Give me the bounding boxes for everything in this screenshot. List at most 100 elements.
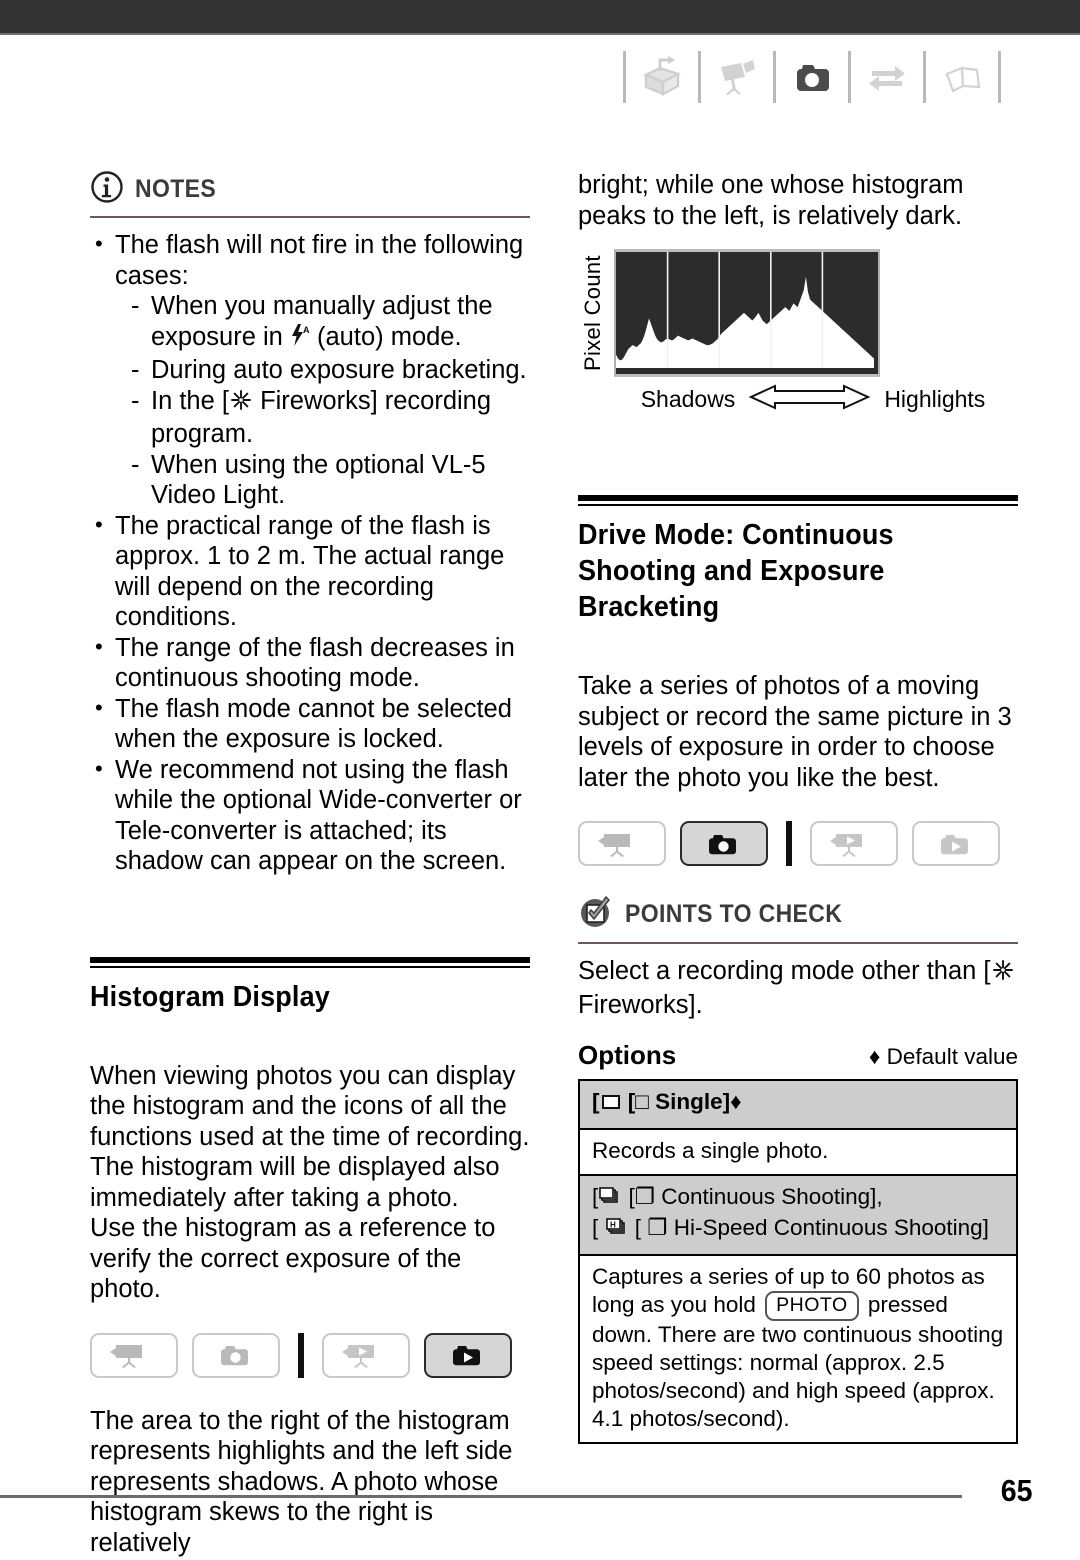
points-text-post: Fireworks]. — [578, 990, 703, 1019]
badge-group-separator — [786, 821, 792, 866]
points-to-check-label: POINTS TO CHECK — [625, 900, 843, 928]
hi-speed-continuous-shooting-icon: H — [605, 1217, 629, 1245]
badge-camera-play[interactable] — [424, 1332, 512, 1378]
notes-rule — [90, 216, 530, 218]
list-item: In the [ Fireworks] recording program. — [129, 386, 530, 450]
histogram-paragraph-3: The area to the right of the histogram r… — [90, 1406, 513, 1557]
histogram-shadows-label: Shadows — [640, 386, 736, 412]
unpack-box-icon — [633, 49, 691, 105]
header-divider — [623, 51, 626, 103]
default-value-note: ♦ Default value — [869, 1044, 1018, 1070]
histogram-y-axis-label: Pixel Count — [580, 255, 605, 371]
notes-heading-label: NOTES — [135, 175, 217, 203]
badge-camcorder-record[interactable] — [90, 1332, 178, 1378]
badge-camcorder-play[interactable] — [810, 821, 898, 866]
options-line: Options ♦ Default value — [578, 1040, 1018, 1071]
options-table: [ [□ Single]♦ Records a single photo. [ … — [578, 1079, 1018, 1444]
info-circle-icon — [90, 170, 124, 209]
histogram-paragraph-2: Use the histogram as a reference to veri… — [90, 1214, 496, 1303]
footer-rule — [0, 1495, 962, 1498]
badge-group-separator — [298, 1332, 304, 1378]
description-single-text: Records a single photo. — [592, 1138, 829, 1163]
right-column: bright; while one whose histogram peaks … — [578, 170, 1018, 1444]
badge-camcorder-play[interactable] — [322, 1332, 410, 1378]
fireworks-icon — [229, 388, 253, 420]
page-title-histogram: Histogram Display — [90, 980, 330, 1013]
photo-button-key[interactable]: PHOTO — [765, 1291, 859, 1321]
camcorder-icon — [708, 49, 766, 105]
option-hispeed-text: [ ❐ Hi-Speed Continuous Shooting] — [634, 1215, 989, 1240]
list-item: During auto exposure bracketing. — [129, 355, 530, 386]
header-divider — [998, 51, 1001, 103]
header-divider — [698, 51, 701, 103]
double-headed-arrow-icon — [747, 384, 872, 415]
notes-bullet-list: The flash will not fire in the following… — [90, 229, 530, 877]
page-number: 65 — [1000, 1473, 1032, 1508]
table-row-description-continuous: Captures a series of up to 60 photos as … — [580, 1256, 1016, 1442]
list-item: We recommend not using the flash while t… — [90, 754, 530, 877]
histogram-chart — [614, 249, 880, 377]
continuous-shooting-icon — [598, 1186, 622, 1214]
table-row-description-single: Records a single photo. — [580, 1130, 1016, 1176]
histogram-axis-row: Shadows Highlights — [578, 384, 1018, 415]
badge-camera-play[interactable] — [912, 821, 1000, 866]
left-column: NOTES The flash will not fire in the fol… — [90, 170, 530, 1558]
badge-camera-record[interactable] — [192, 1332, 280, 1378]
transfer-arrows-icon — [858, 49, 916, 105]
sub-text-post: (auto) mode. — [309, 322, 462, 351]
bullet-text: We recommend not using the flash while t… — [115, 755, 522, 876]
list-item: The range of the flash decreases in cont… — [90, 632, 530, 694]
page-top-band-edge — [0, 33, 1080, 35]
fireworks-icon — [991, 958, 1015, 990]
svg-text:A: A — [303, 325, 310, 335]
svg-text:H: H — [610, 1221, 616, 1230]
page-title-drive-mode: Drive Mode: Continuous Shooting and Expo… — [578, 519, 894, 623]
drive-mode-section-rule — [578, 495, 1018, 506]
page-top-band — [0, 0, 1080, 33]
flash-auto-icon: A — [290, 323, 310, 356]
badge-camera-record[interactable] — [680, 821, 768, 866]
option-continuous-line1: [ [❐ Continuous Shooting], — [592, 1183, 1004, 1214]
list-item: When using the optional VL-5 Video Light… — [129, 450, 530, 511]
points-text-pre: Select a recording mode other than [ — [578, 957, 991, 985]
table-row-option-continuous[interactable]: [ [❐ Continuous Shooting], [ H [ ❐ Hi-Sp… — [580, 1176, 1016, 1256]
histogram-section-rule — [90, 956, 530, 968]
points-to-check-heading: POINTS TO CHECK — [578, 894, 1018, 935]
list-item: When you manually adjust the exposure in… — [129, 291, 530, 355]
open-book-icon — [933, 49, 991, 105]
option-single-text: [□ Single]♦ — [627, 1089, 742, 1114]
options-label: Options — [578, 1040, 677, 1070]
bullet-text: The flash mode cannot be selected when t… — [115, 694, 512, 754]
list-item: The flash mode cannot be selected when t… — [90, 693, 530, 755]
histogram-paragraph-1: When viewing photos you can display the … — [90, 1061, 530, 1212]
bullet-text: The range of the flash decreases in cont… — [115, 633, 515, 693]
photo-camera-icon — [783, 49, 841, 105]
default-value-label: Default value — [886, 1044, 1018, 1069]
mode-badge-row-histogram — [90, 1332, 530, 1378]
list-item: The practical range of the flash is appr… — [90, 510, 530, 633]
sub-text-pre: During auto exposure bracketing. — [151, 356, 527, 384]
check-circle-icon — [578, 894, 614, 935]
notes-sub-list: When you manually adjust the exposure in… — [115, 291, 530, 511]
default-marker: ♦ — [868, 1044, 881, 1069]
mode-badge-row-drive — [578, 821, 1018, 866]
list-item: The flash will not fire in the following… — [90, 229, 530, 511]
notes-callout-heading: NOTES — [90, 170, 530, 209]
option-continuous-text: [❐ Continuous Shooting], — [628, 1184, 883, 1209]
bullet-text: The practical range of the flash is appr… — [115, 511, 505, 632]
single-frame-icon — [600, 1091, 622, 1119]
histogram-figure: Pixel Count Shadows Highlights — [578, 249, 1018, 415]
histogram-highlights-label: Highlights — [884, 386, 986, 412]
table-row-option-single[interactable]: [ [□ Single]♦ — [580, 1081, 1016, 1130]
header-divider — [773, 51, 776, 103]
header-divider — [848, 51, 851, 103]
option-continuous-line2: [ H [ ❐ Hi-Speed Continuous Shooting] — [592, 1214, 1004, 1245]
points-to-check-rule — [578, 942, 1018, 944]
drive-mode-intro: Take a series of photos of a moving subj… — [578, 672, 1012, 792]
header-icon-strip — [616, 48, 1008, 106]
sub-text-pre: In the [ — [151, 386, 229, 415]
right-column-continuation-text: bright; while one whose histogram peaks … — [578, 171, 964, 230]
badge-camcorder-record[interactable] — [578, 821, 666, 866]
option-single-label: [ [□ Single]♦ — [592, 1089, 742, 1114]
points-to-check-text: Select a recording mode other than [ Fir… — [578, 956, 1018, 1020]
